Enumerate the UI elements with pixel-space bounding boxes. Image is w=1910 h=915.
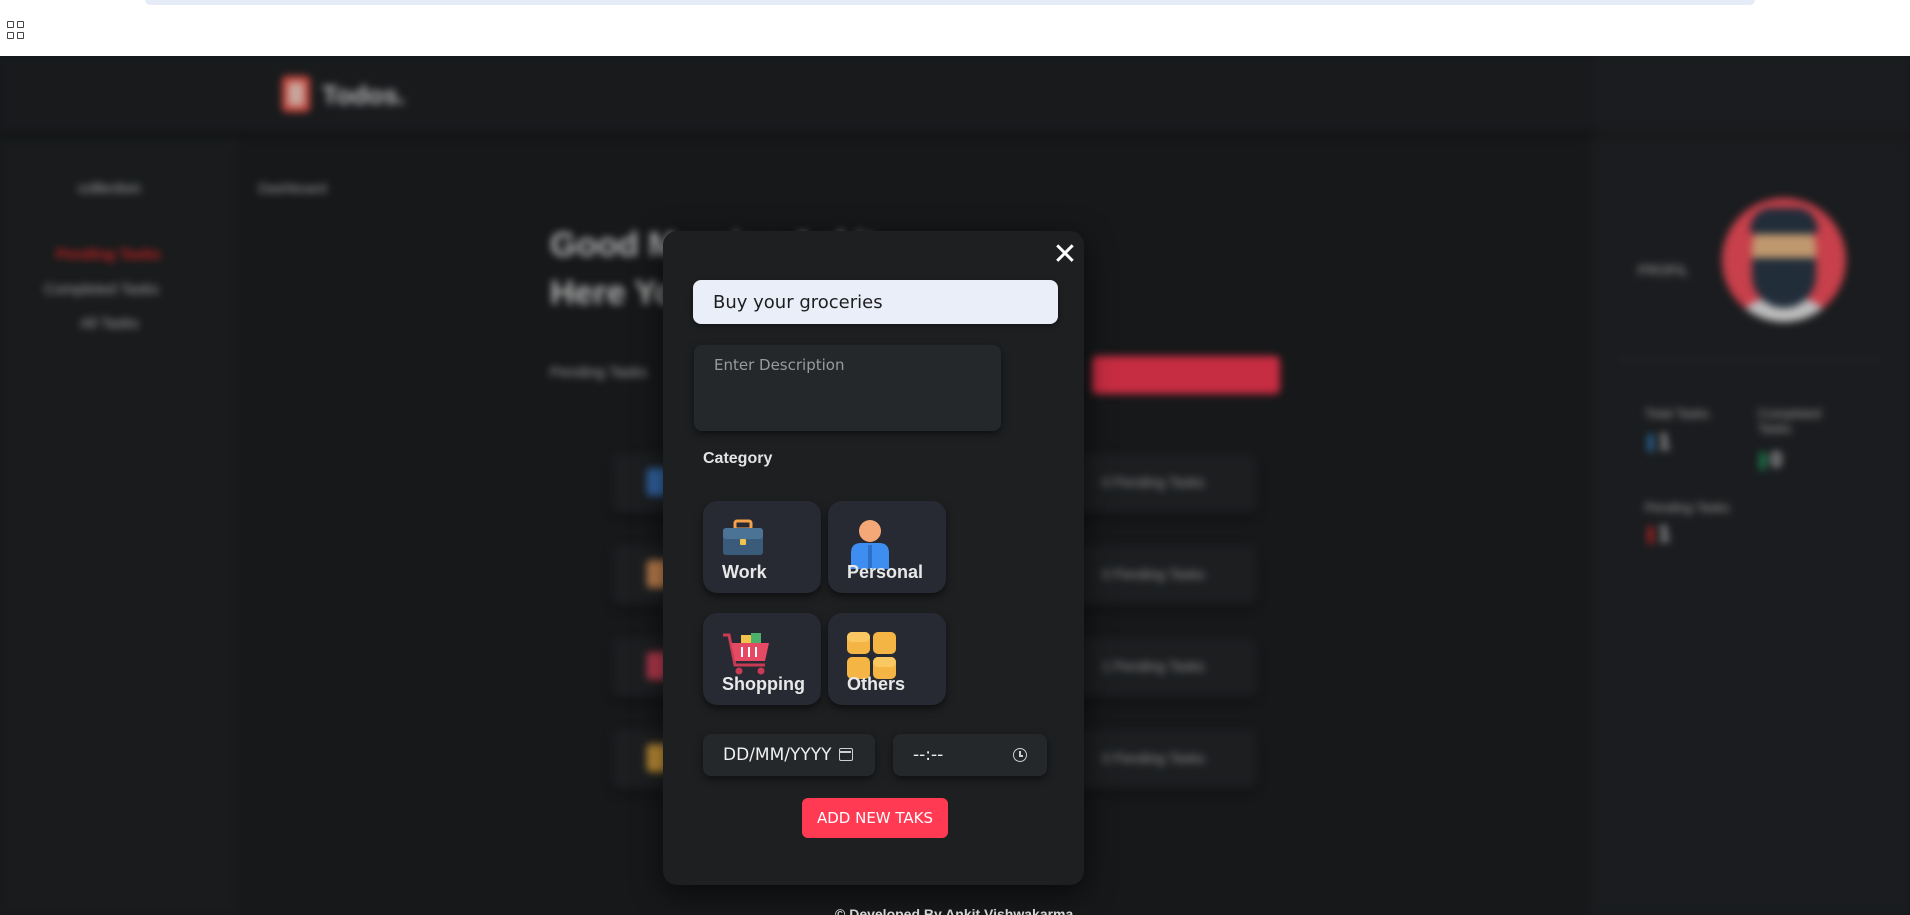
category-shopping-button[interactable]: Shopping — [703, 613, 821, 705]
category-heading: Category — [703, 450, 773, 467]
category-personal-button[interactable]: Personal — [828, 501, 946, 593]
briefcase-icon — [723, 519, 763, 555]
add-new-task-button[interactable]: ADD NEW TAKS — [802, 798, 948, 838]
description-input[interactable] — [694, 345, 1001, 431]
category-personal-label: Personal — [847, 562, 924, 582]
date-input[interactable]: DD/MM/YYYY — [703, 734, 875, 776]
task-title-input[interactable] — [693, 280, 1058, 324]
clock-icon[interactable] — [1013, 748, 1027, 762]
grid-tiles-icon — [847, 632, 896, 679]
category-shopping-label: Shopping — [722, 674, 805, 694]
close-icon[interactable]: ✕ — [1051, 240, 1079, 270]
category-others-label: Others — [847, 674, 906, 694]
top-progress-bar — [145, 0, 1755, 5]
category-work-label: Work — [722, 562, 767, 582]
add-task-modal: ✕ Category Work Personal — [663, 231, 1084, 885]
footer-credit: © Developed By Ankit Vishwakarma — [835, 906, 1074, 915]
category-others-button[interactable]: Others — [828, 613, 946, 705]
category-work-button[interactable]: Work — [703, 501, 821, 593]
date-placeholder: DD/MM/YYYY — [723, 745, 832, 765]
time-placeholder: --:-- — [913, 745, 944, 765]
apps-grid-icon[interactable] — [7, 21, 25, 39]
top-bar — [0, 0, 1910, 56]
time-input[interactable]: --:-- — [893, 734, 1047, 776]
calendar-icon[interactable] — [839, 748, 853, 761]
shopping-cart-icon — [723, 633, 769, 675]
